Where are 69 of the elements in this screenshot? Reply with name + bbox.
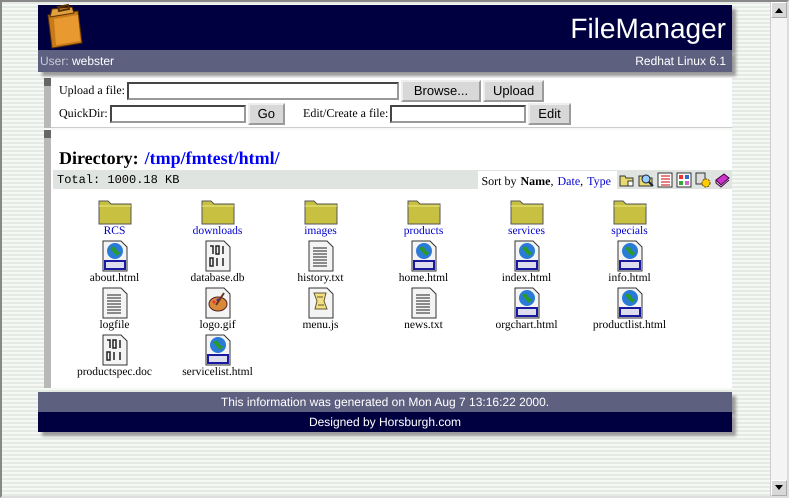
html-file-icon[interactable] — [514, 240, 540, 272]
file-name[interactable]: productlist.html — [592, 319, 666, 331]
binary-file-icon[interactable] — [102, 334, 128, 366]
html-file-icon[interactable] — [204, 334, 230, 366]
text-file-icon[interactable] — [308, 240, 334, 272]
file-name[interactable]: menu.js — [302, 319, 339, 331]
sort-link[interactable]: Date — [558, 174, 580, 189]
tile-view-icon[interactable] — [676, 172, 692, 188]
scroll-file-icon[interactable] — [308, 287, 334, 319]
edit-button[interactable]: Edit — [528, 102, 571, 124]
file-name[interactable]: about.html — [90, 272, 140, 284]
up-arrow-icon — [775, 7, 783, 13]
scroll-down-button[interactable] — [771, 480, 787, 496]
find-icon[interactable] — [638, 172, 654, 188]
folder-link[interactable]: RCS — [104, 225, 126, 237]
upload-field[interactable] — [126, 82, 399, 100]
text-file-icon[interactable] — [102, 287, 128, 319]
total-size: Total: 1000.18 KB — [56, 172, 180, 186]
panel-handle[interactable] — [44, 78, 51, 128]
palette-file-icon[interactable] — [204, 287, 230, 319]
separator: , — [580, 174, 584, 189]
sort-link[interactable]: Type — [587, 174, 611, 189]
file-name[interactable]: orgchart.html — [495, 319, 558, 331]
file-name[interactable]: history.txt — [297, 272, 344, 284]
file-name[interactable]: logfile — [99, 319, 130, 331]
folder-link[interactable]: products — [404, 225, 444, 237]
book-icon[interactable] — [714, 172, 730, 188]
directory-path-link[interactable]: /tmp/fmtest/html/ — [144, 148, 280, 169]
folder-link[interactable]: images — [304, 225, 337, 237]
quickdir-field[interactable] — [110, 104, 246, 122]
file-name[interactable]: productspec.doc — [76, 366, 152, 378]
folder-link[interactable]: services — [508, 225, 546, 237]
user-info: User: webster — [40, 54, 114, 68]
go-button[interactable]: Go — [248, 102, 285, 124]
app-title: FileManager — [570, 13, 726, 45]
file-name[interactable]: database.db — [190, 272, 244, 284]
text-file-icon[interactable] — [410, 287, 436, 319]
folder-link[interactable]: specials — [611, 225, 648, 237]
scrollbar[interactable] — [770, 2, 787, 496]
upload-label: Upload a file: — [59, 83, 125, 98]
file-name[interactable]: news.txt — [404, 319, 443, 331]
file-name[interactable]: index.html — [502, 272, 552, 284]
html-file-icon[interactable] — [616, 287, 642, 319]
sort-option[interactable]: Name — [520, 174, 551, 189]
directory-label: Directory: — [59, 148, 139, 169]
folder-link[interactable]: downloads — [192, 225, 242, 237]
edit-label: Edit/Create a file: — [303, 106, 388, 121]
down-arrow-icon — [775, 485, 783, 491]
sort-label: Sort by — [482, 174, 517, 189]
browse-button[interactable]: Browse... — [400, 80, 481, 102]
html-file-icon[interactable] — [514, 287, 540, 319]
generated-note: This information was generated on Mon Aug 7 13:16:22 2000. — [38, 392, 732, 412]
file-name[interactable]: servicelist.html — [182, 366, 253, 378]
system-info: Redhat Linux 6.1 — [635, 54, 726, 68]
edit-field[interactable] — [390, 104, 526, 122]
binary-file-icon[interactable] — [204, 240, 230, 272]
html-file-icon[interactable] — [410, 240, 436, 272]
file-name[interactable]: info.html — [608, 272, 651, 284]
scroll-up-button[interactable] — [771, 2, 787, 18]
upload-button[interactable]: Upload — [482, 80, 544, 102]
separator: , — [550, 174, 554, 189]
html-file-icon[interactable] — [102, 240, 128, 272]
file-name[interactable]: home.html — [398, 272, 448, 284]
panel-handle[interactable] — [44, 130, 51, 388]
html-file-icon[interactable] — [616, 240, 642, 272]
file-name[interactable]: logo.gif — [199, 319, 236, 331]
list-view-icon[interactable] — [657, 172, 673, 188]
credit-text: Designed by Horsburgh.com — [308, 415, 462, 429]
quickdir-label: QuickDir: — [59, 106, 108, 121]
